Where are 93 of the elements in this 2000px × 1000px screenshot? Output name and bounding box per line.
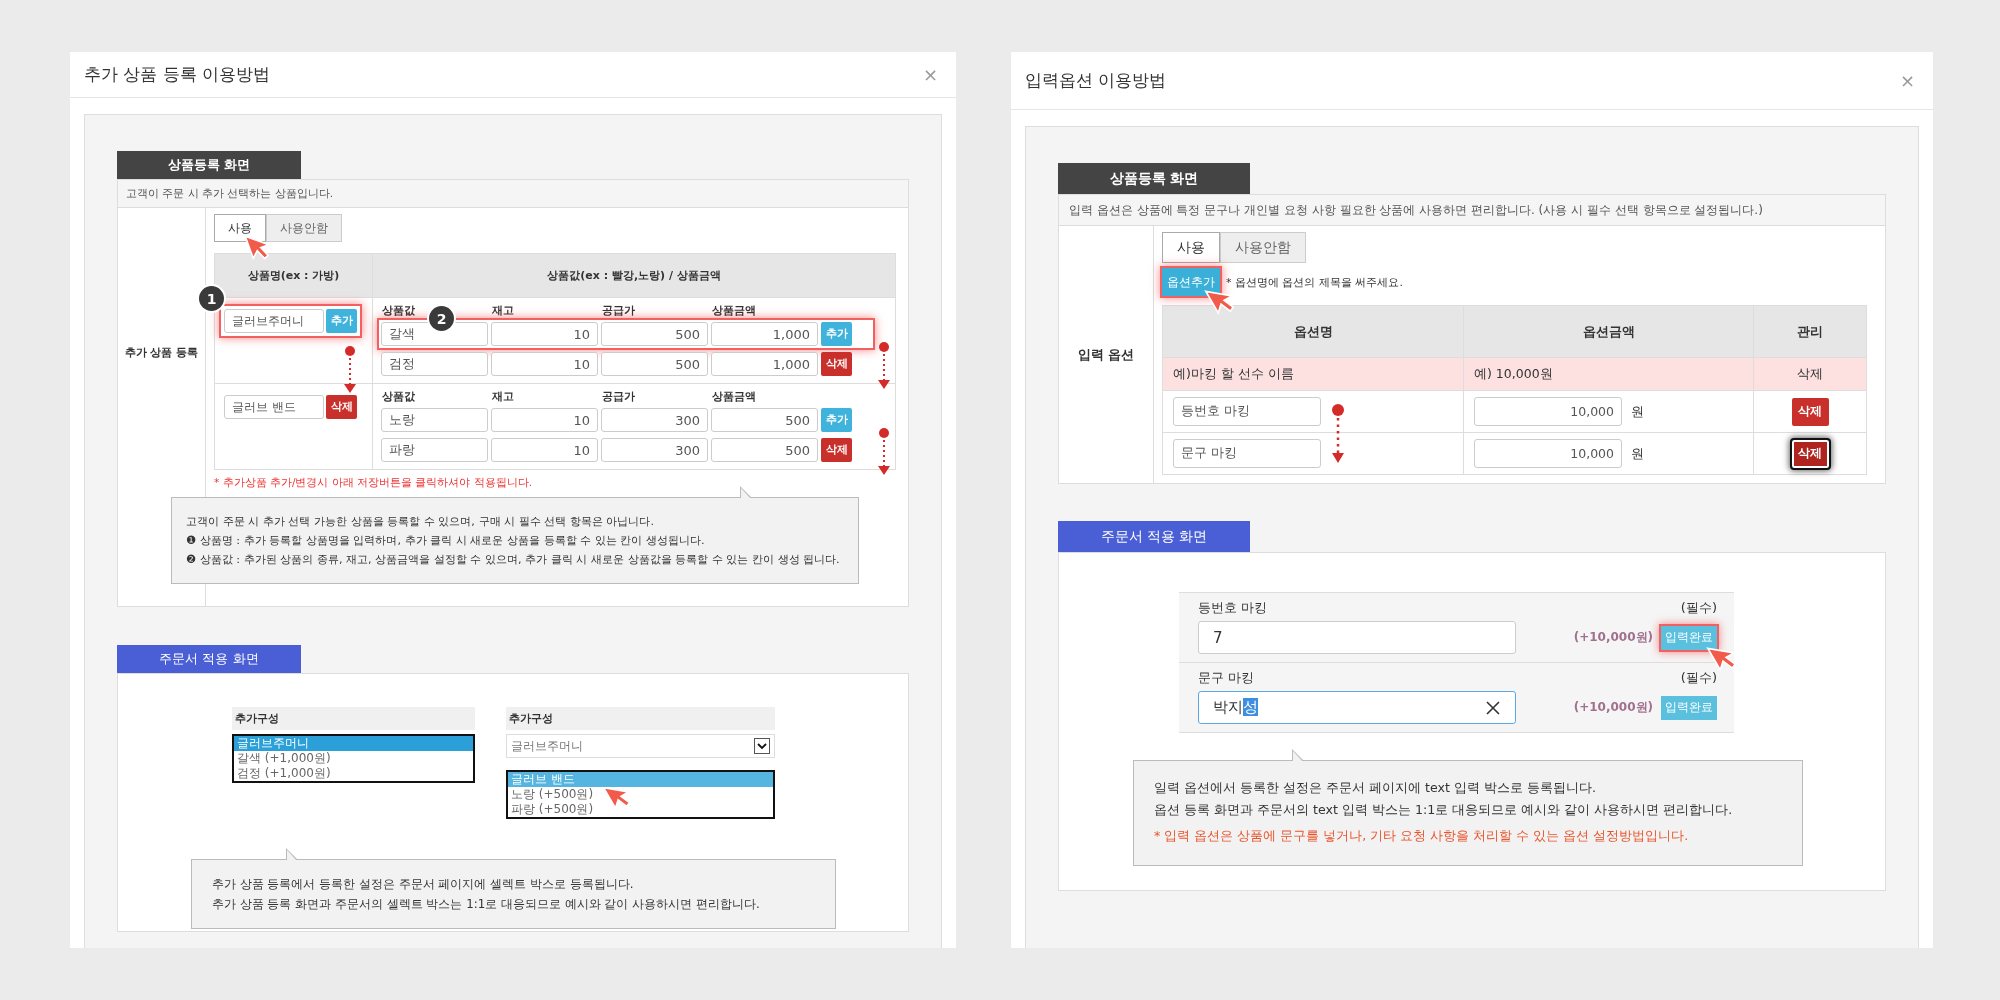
note-text: * 추가상품 추가/변경시 아래 저장버튼을 클릭하셔야 적용됩니다. [214, 476, 534, 490]
step-badge: 2 [429, 306, 454, 331]
list-option[interactable]: 검정 (+1,000원) [234, 766, 473, 781]
listbox[interactable]: 글러브주머니 갈색 (+1,000원) 검정 (+1,000원) [232, 734, 475, 783]
hint-text: * 옵션명에 옵션의 제목을 써주세요. [1226, 274, 1403, 290]
text-input[interactable]: 7 [1198, 621, 1516, 654]
dialog-title: 입력옵션 이용방법 [1025, 69, 1167, 92]
chevron-down-icon [754, 738, 770, 754]
input-field[interactable]: 500 [601, 352, 708, 376]
row-label: 추가 상품 등록 [124, 344, 199, 360]
input-field[interactable]: 10 [491, 352, 598, 376]
example-cell: 예) 10,000원 [1474, 365, 1553, 383]
column-label: 상품금액 [712, 303, 756, 319]
column-label: 상품금액 [712, 389, 756, 405]
select-label: 추가구성 [232, 707, 475, 730]
section-heading: 주문서 적용 화면 [117, 645, 301, 673]
input-field[interactable]: 500 [711, 438, 818, 462]
price-text: (+10,000원) [1573, 699, 1653, 716]
tab[interactable]: 사용안함 [1220, 232, 1306, 263]
input-field[interactable]: 10,000 [1474, 397, 1622, 426]
column-header: 관리 [1797, 322, 1823, 341]
step-badge: 1 [199, 286, 224, 311]
input-field[interactable]: 문구 마킹 [1173, 439, 1321, 468]
column-label: 상품값 [382, 303, 415, 319]
delete-button[interactable]: 삭제 [1791, 439, 1829, 468]
button[interactable]: 삭제 [821, 352, 852, 376]
tab[interactable]: 사용 [1162, 232, 1220, 263]
input-field[interactable]: 검정 [381, 352, 488, 376]
callout-text: ❶ 상품명 : 추가 등록할 상품명을 입력하며, 추가 클릭 시 새로운 상품을 등록할 수 있는 칸이 생성됩니다. [186, 534, 705, 547]
description-text: 고객이 주문 시 추가 선택하는 상품입니다. [118, 180, 908, 208]
button[interactable]: 삭제 [326, 395, 357, 419]
list-option[interactable]: 파랑 (+500원) [508, 802, 773, 817]
section-heading: 주문서 적용 화면 [1058, 521, 1250, 552]
column-label: 상품값 [382, 389, 415, 405]
input-field[interactable]: 파랑 [381, 438, 488, 462]
input-field[interactable]: 등번호 마킹 [1173, 397, 1321, 426]
text-input[interactable]: 박지성 [1198, 691, 1516, 724]
column-label: 공급가 [602, 389, 635, 405]
input-field[interactable]: 500 [711, 408, 818, 432]
dotted-arrow-icon [343, 346, 357, 394]
button[interactable]: 삭제 [821, 438, 852, 462]
callout-text: 추가 상품 등록에서 등록한 설정은 주문서 페이지에 셀렉트 박스로 등록됩니다. [212, 877, 634, 891]
input-field[interactable]: 노랑 [381, 408, 488, 432]
column-label: 공급가 [602, 303, 635, 319]
dotted-arrow-icon [877, 428, 891, 476]
input-field[interactable]: 10 [491, 322, 598, 346]
dialog-title: 추가 상품 등록 이용방법 [84, 63, 271, 86]
tab[interactable]: 사용안함 [266, 214, 342, 242]
dropdown[interactable]: 글러브주머니 [506, 734, 775, 758]
field-label: 등번호 마킹 [1198, 599, 1268, 617]
callout-text: ❷ 상품값 : 추가된 상품의 종류, 재고, 상품금액을 설정할 수 있으며, 추가 클릭 시 새로운 상품값을 등록할 수 있는 칸이 생성 됩니다. [186, 553, 840, 566]
select-label: 추가구성 [506, 707, 775, 730]
delete-button[interactable]: 삭제 [1791, 397, 1829, 426]
column-header: 옵션금액 [1582, 322, 1635, 341]
input-field[interactable]: 300 [601, 438, 708, 462]
section-heading: 상품등록 화면 [117, 151, 301, 179]
example-cell: 예)마킹 할 선수 이름 [1173, 365, 1294, 383]
row-label: 입력 옵션 [1077, 345, 1135, 364]
list-option[interactable]: 갈색 (+1,000원) [234, 751, 473, 766]
tab[interactable]: 사용 [214, 214, 266, 242]
column-header: 상품명(ex : 가방) [247, 268, 340, 283]
input-field[interactable]: 500 [601, 322, 708, 346]
callout-text: 일력 옵션에서 등록한 설정은 주문서 페이지에 text 입력 박스로 등록됩니다. [1154, 780, 1596, 795]
callout-text: * 입력 옵션은 상품에 문구를 넣거나, 기타 요청 사항을 처리할 수 있는 옵션 설정방법입니다. [1154, 828, 1689, 843]
column-header: 상품값(ex : 빨강,노랑) / 상품금액 [547, 268, 721, 283]
input-field[interactable]: 1,000 [711, 352, 818, 376]
input-field[interactable]: 10,000 [1474, 439, 1622, 468]
unit-text: 원 [1631, 402, 1644, 421]
column-label: 재고 [492, 389, 514, 405]
dotted-arrow-icon [1331, 404, 1345, 464]
input-field[interactable]: 글러브 밴드 [224, 395, 324, 419]
example-cell: 삭제 [1797, 365, 1823, 383]
listbox[interactable]: 글러브 밴드 노랑 (+500원) 파랑 (+500원) [506, 770, 775, 819]
list-option[interactable]: 노랑 (+500원) [508, 787, 773, 802]
input-field[interactable]: 10 [491, 438, 598, 462]
section-heading: 상품등록 화면 [1058, 163, 1250, 194]
column-label: 재고 [492, 303, 514, 319]
input-field[interactable]: 글러브주머니 [224, 309, 324, 333]
input-field[interactable]: 1,000 [711, 322, 818, 346]
callout-text: 추가 상품 등록 화면과 주문서의 셀렉트 박스는 1:1로 대응되므로 예시와 같이 사용하시면 편리합니다. [212, 897, 760, 911]
input-field[interactable]: 10 [491, 408, 598, 432]
required-text: (필수) [1680, 599, 1717, 617]
description-text: 입력 옵션은 상품에 특정 문구나 개인별 요청 사항 필요한 상품에 사용하면 편리합니다. (사용 시 필수 선택 항목으로 설정됩니다.) [1059, 195, 1885, 226]
price-text: (+10,000원) [1573, 629, 1653, 646]
required-text: (필수) [1680, 669, 1717, 687]
column-header: 옵션명 [1293, 322, 1333, 341]
input-field[interactable]: 300 [601, 408, 708, 432]
callout-text: 옵션 등록 화면과 주문서의 text 입력 박스는 1:1로 대응되므로 예시와 같이 사용하시면 편리합니다. [1154, 802, 1733, 817]
clear-icon[interactable] [1485, 699, 1501, 716]
dotted-arrow-icon [877, 342, 891, 390]
callout-text: 고객이 주문 시 추가 선택 가능한 상품을 등록할 수 있으며, 구매 시 필수 선택 항목은 아닙니다. [186, 515, 655, 528]
unit-text: 원 [1631, 444, 1644, 463]
field-label: 문구 마킹 [1198, 669, 1255, 687]
